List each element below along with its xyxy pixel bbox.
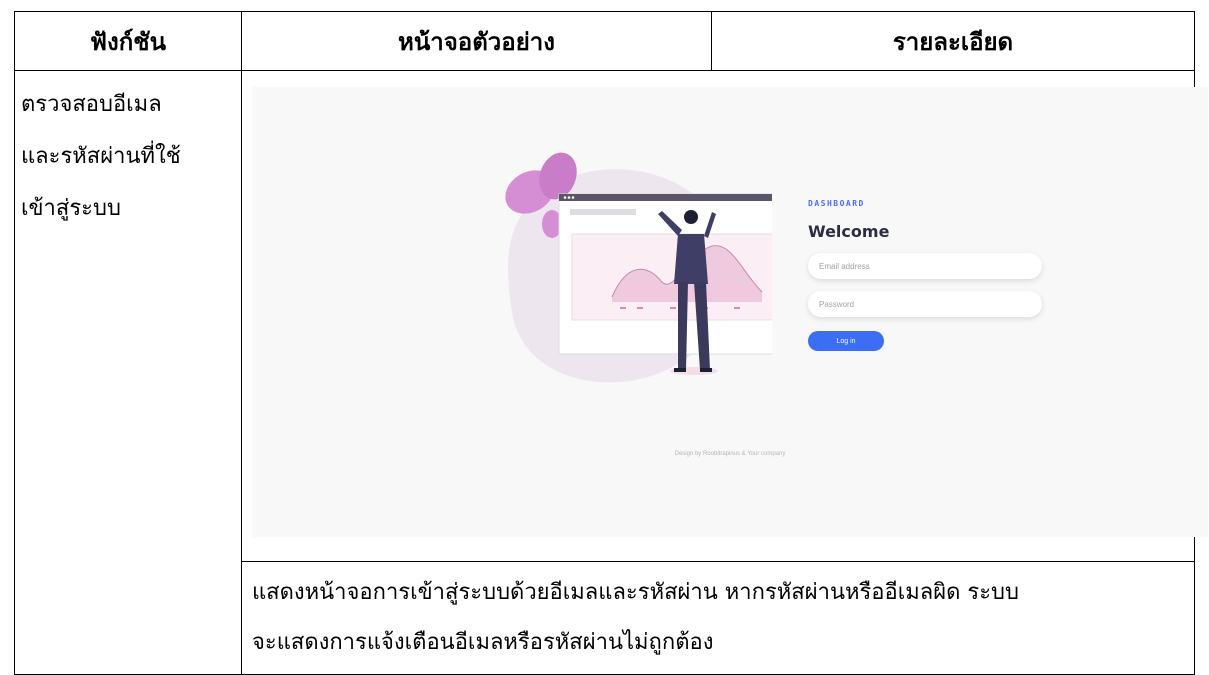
function-line: และรหัสผ่านที่ใช้	[21, 144, 181, 169]
description-line: จะแสดงการแจ้งเตือนอีเมลหรือรหัสผ่านไม่ถู…	[252, 630, 714, 655]
email-field[interactable]	[808, 253, 1042, 279]
password-field[interactable]	[808, 291, 1042, 317]
brand-label: DASHBOARD	[808, 199, 865, 208]
description-cell: แสดงหน้าจอการเข้าสู่ระบบด้วยอีเมลและรหัส…	[241, 561, 1195, 675]
preview-cell: DASHBOARD Welcome Log in Design by Roobi…	[241, 70, 1208, 562]
function-line: ตรวจสอบอีเมล	[21, 92, 162, 117]
description-line: แสดงหน้าจอการเข้าสู่ระบบด้วยอีเมลและรหัส…	[252, 580, 1019, 605]
design-credit: Design by Roobitrapinus & Your company	[674, 451, 786, 457]
illustration	[505, 152, 772, 383]
header-function: ฟังก์ชัน	[14, 11, 242, 71]
welcome-heading: Welcome	[808, 222, 890, 241]
preview-row: ตรวจสอบอีเมล และรหัสผ่านที่ใช้ เข้าสู่ระ…	[14, 70, 1208, 675]
login-button[interactable]: Log in	[808, 331, 884, 351]
header-details: รายละเอียด	[711, 11, 1195, 71]
login-form: DASHBOARD Welcome Log in	[808, 199, 1048, 351]
login-screenshot: DASHBOARD Welcome Log in Design by Roobi…	[252, 87, 1208, 537]
function-cell: ตรวจสอบอีเมล และรหัสผ่านที่ใช้ เข้าสู่ระ…	[14, 70, 242, 675]
function-line: เข้าสู่ระบบ	[21, 196, 121, 221]
function-table: ฟังก์ชัน หน้าจอตัวอย่าง รายละเอียด ตรวจส…	[14, 11, 1208, 675]
header-row: ฟังก์ชัน หน้าจอตัวอย่าง รายละเอียด	[14, 11, 1195, 71]
header-screen-example: หน้าจอตัวอย่าง	[241, 11, 712, 71]
